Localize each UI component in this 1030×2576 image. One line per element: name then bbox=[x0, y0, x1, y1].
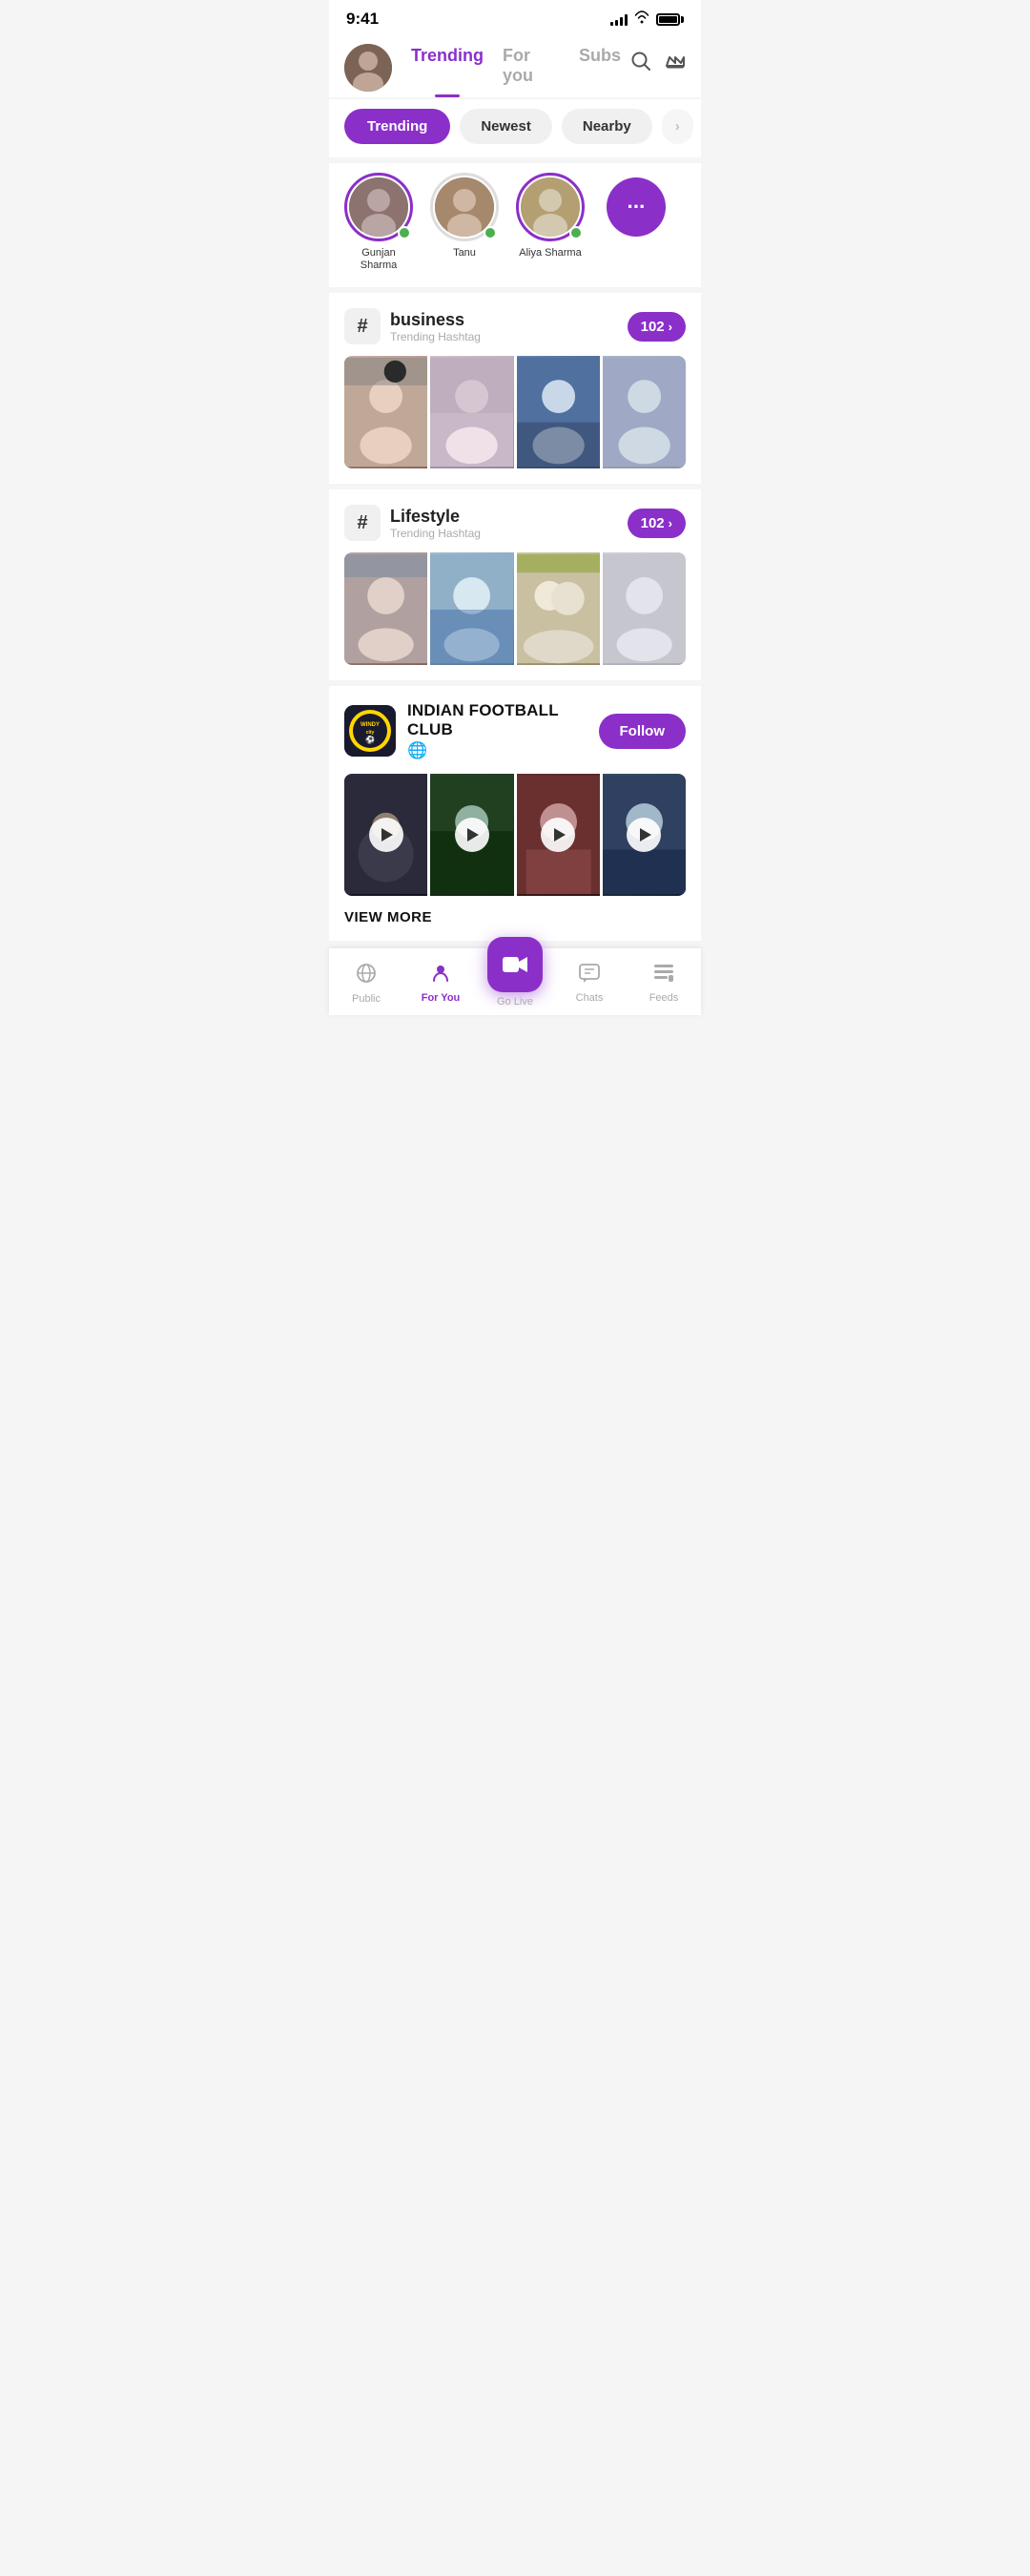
hashtag-lifestyle-card: # Lifestyle Trending Hashtag 102 › bbox=[329, 489, 701, 680]
story-item-1[interactable]: Gunjan Sharma bbox=[344, 173, 413, 272]
nav-golive[interactable]: Go Live bbox=[478, 958, 552, 1008]
hashtag-business-card: # business Trending Hashtag 102 › bbox=[329, 293, 701, 484]
hash-icon-business: # bbox=[344, 308, 381, 344]
header: Trending For you Subs bbox=[329, 34, 701, 97]
tab-trending[interactable]: Trending bbox=[402, 38, 493, 97]
story-item-3[interactable]: Aliya Sharma bbox=[516, 173, 585, 272]
nav-feeds[interactable]: Feeds bbox=[627, 962, 701, 1004]
golive-button[interactable] bbox=[487, 937, 543, 992]
club-info: INDIAN FOOTBALL CLUB 🌐 bbox=[407, 701, 587, 760]
header-nav: Trending For you Subs bbox=[402, 38, 630, 97]
nav-public[interactable]: Public bbox=[329, 962, 403, 1005]
filter-more[interactable]: › bbox=[662, 109, 693, 144]
chats-icon bbox=[578, 962, 601, 989]
status-time: 9:41 bbox=[346, 10, 379, 29]
play-btn-1[interactable] bbox=[369, 818, 403, 852]
wifi-icon bbox=[633, 10, 650, 28]
play-btn-4[interactable] bbox=[627, 818, 661, 852]
filter-bar: Trending Newest Nearby › bbox=[329, 99, 701, 157]
online-dot-2 bbox=[484, 226, 497, 239]
club-card: WINDY city ⚽ INDIAN FOOTBALL CLUB 🌐 Foll… bbox=[329, 686, 701, 941]
hash-icon-lifestyle: # bbox=[344, 505, 381, 541]
view-more-btn[interactable]: VIEW MORE bbox=[344, 909, 686, 925]
lifestyle-photo-3 bbox=[517, 552, 600, 665]
filter-nearby[interactable]: Nearby bbox=[562, 109, 652, 144]
public-label: Public bbox=[352, 993, 381, 1005]
story-name-3: Aliya Sharma bbox=[519, 247, 581, 260]
lifestyle-photo-4 bbox=[603, 552, 686, 665]
header-actions bbox=[630, 51, 686, 86]
video-2[interactable] bbox=[430, 774, 513, 896]
hashtag-business-count[interactable]: 102 › bbox=[628, 312, 686, 342]
lifestyle-photo-grid bbox=[344, 552, 686, 665]
svg-text:⚽: ⚽ bbox=[364, 735, 375, 744]
feeds-label: Feeds bbox=[649, 992, 679, 1004]
play-btn-3[interactable] bbox=[541, 818, 575, 852]
crown-icon[interactable] bbox=[665, 51, 686, 76]
filter-newest[interactable]: Newest bbox=[460, 109, 552, 144]
golive-label: Go Live bbox=[497, 996, 533, 1008]
tab-foryou[interactable]: For you bbox=[493, 38, 569, 97]
bottom-nav: Public For You Go Live Chats Feeds bbox=[329, 948, 701, 1015]
hashtag-lifestyle-title: Lifestyle bbox=[390, 507, 481, 527]
tab-subs[interactable]: Subs bbox=[569, 38, 630, 97]
status-icons bbox=[610, 10, 684, 28]
filter-trending[interactable]: Trending bbox=[344, 109, 450, 144]
hashtag-lifestyle-sub: Trending Hashtag bbox=[390, 527, 481, 540]
hashtag-lifestyle-count[interactable]: 102 › bbox=[628, 509, 686, 538]
user-avatar[interactable] bbox=[344, 44, 392, 92]
business-photo-1 bbox=[344, 356, 427, 468]
club-globe-icon: 🌐 bbox=[407, 741, 587, 760]
club-name: INDIAN FOOTBALL CLUB bbox=[407, 701, 587, 739]
foryou-icon bbox=[429, 962, 452, 989]
business-photo-3 bbox=[517, 356, 600, 468]
story-item-more[interactable]: ··· bbox=[602, 173, 670, 272]
lifestyle-photo-1 bbox=[344, 552, 427, 665]
story-name-2: Tanu bbox=[453, 247, 476, 259]
video-4[interactable] bbox=[603, 774, 686, 896]
chats-label: Chats bbox=[576, 992, 604, 1004]
video-grid bbox=[344, 774, 686, 896]
stories-section: Gunjan Sharma Tanu bbox=[329, 163, 701, 287]
business-photo-4 bbox=[603, 356, 686, 468]
nav-chats[interactable]: Chats bbox=[552, 962, 627, 1004]
search-icon[interactable] bbox=[630, 51, 651, 76]
video-3[interactable] bbox=[517, 774, 600, 896]
public-icon bbox=[355, 962, 378, 990]
feeds-icon bbox=[652, 962, 675, 989]
business-photo-grid bbox=[344, 356, 686, 468]
online-dot bbox=[398, 226, 411, 239]
foryou-label: For You bbox=[422, 992, 461, 1004]
story-item-2[interactable]: Tanu bbox=[430, 173, 499, 272]
business-photo-2 bbox=[430, 356, 513, 468]
hashtag-business-title: business bbox=[390, 310, 481, 330]
svg-text:WINDY: WINDY bbox=[360, 722, 380, 728]
nav-foryou[interactable]: For You bbox=[403, 962, 478, 1004]
status-bar: 9:41 bbox=[329, 0, 701, 34]
follow-button[interactable]: Follow bbox=[599, 714, 687, 749]
hashtag-business-sub: Trending Hashtag bbox=[390, 330, 481, 343]
lifestyle-photo-2 bbox=[430, 552, 513, 665]
story-name-1: Gunjan Sharma bbox=[344, 247, 413, 272]
play-btn-2[interactable] bbox=[455, 818, 489, 852]
signal-icon bbox=[610, 12, 628, 26]
battery-icon bbox=[656, 13, 684, 26]
club-logo: WINDY city ⚽ bbox=[344, 705, 396, 757]
video-1[interactable] bbox=[344, 774, 427, 896]
online-dot-3 bbox=[569, 226, 583, 239]
